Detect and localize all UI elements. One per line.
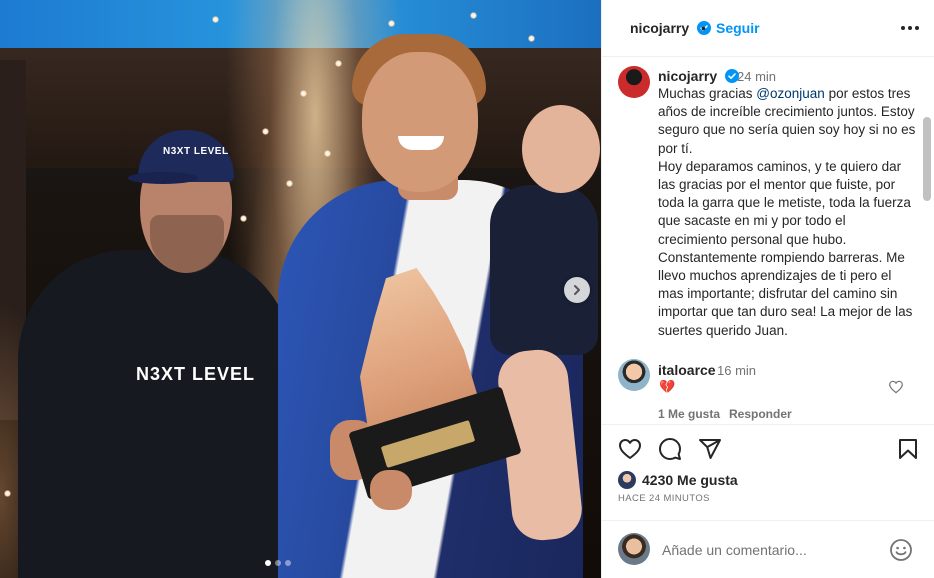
comment-icon[interactable] — [658, 437, 682, 461]
person-center-smile — [398, 136, 444, 150]
heart-outline-icon[interactable] — [888, 379, 904, 395]
spark — [286, 180, 293, 187]
avatar — [618, 471, 636, 489]
follow-button[interactable]: Seguir — [716, 20, 760, 36]
comment-likes[interactable]: 1 Me gusta — [658, 407, 720, 421]
likes-count[interactable]: 4230 Me gusta — [642, 472, 738, 488]
spark — [240, 215, 247, 222]
spark — [470, 12, 477, 19]
header-separator: • — [701, 20, 706, 36]
spark — [300, 90, 307, 97]
author-username-text: nicojarry — [630, 20, 690, 36]
comments-section[interactable]: nicojarry 24 min Muchas gracias @ozonjua… — [602, 57, 934, 425]
person-left-hoodie — [18, 250, 293, 578]
add-comment-bar — [602, 520, 934, 578]
emoji-icon[interactable] — [889, 538, 913, 562]
chevron-right-icon — [574, 285, 580, 295]
spark — [262, 128, 269, 135]
caption-text-start: Muchas gracias — [658, 86, 757, 101]
avatar[interactable] — [618, 66, 650, 98]
action-bar — [602, 437, 934, 463]
likes-summary[interactable]: 4230 Me gusta — [618, 471, 738, 489]
spark — [335, 60, 342, 67]
comment-input[interactable] — [662, 539, 872, 561]
hand — [370, 470, 412, 510]
post-timestamp: HACE 24 MINUTOS — [618, 493, 710, 504]
spark — [212, 16, 219, 23]
more-options-icon[interactable] — [901, 19, 921, 37]
comments-scrollbar[interactable] — [923, 117, 931, 201]
caption-text-rest: por estos tres años de increíble crecimi… — [658, 86, 916, 338]
caption-username-text: nicojarry — [658, 68, 718, 84]
avatar[interactable] — [618, 359, 650, 391]
person-left-cap-bill — [128, 172, 198, 184]
comment-username[interactable]: italoarce — [658, 362, 716, 378]
carousel-next-button[interactable] — [564, 277, 590, 303]
spark — [528, 35, 535, 42]
hoodie-logo-text: N3XT LEVEL — [136, 364, 256, 384]
post-side-panel: nicojarry • Seguir nicojarry 24 min Much… — [601, 0, 934, 578]
reply-button[interactable]: Responder — [729, 407, 792, 421]
avatar — [618, 533, 650, 565]
carousel-dot[interactable] — [285, 560, 291, 566]
share-icon[interactable] — [698, 437, 722, 461]
baby-body — [490, 185, 598, 355]
caption-username[interactable]: nicojarry — [658, 68, 740, 84]
comment-text: 💔 — [659, 379, 676, 394]
carousel-dot[interactable] — [275, 560, 281, 566]
cap-logo-text: N3XT LEVEL — [163, 146, 229, 157]
person-center-face — [362, 52, 478, 192]
author-username[interactable]: nicojarry — [630, 20, 712, 36]
spark — [324, 150, 331, 157]
spark — [4, 490, 11, 497]
spark — [388, 20, 395, 27]
baby-head — [522, 105, 600, 193]
bookmark-icon[interactable] — [896, 437, 920, 461]
post-photo[interactable]: N3XT LEVEL N3XT LEVEL — [0, 0, 601, 578]
post-header: nicojarry • Seguir — [602, 0, 934, 57]
comment-time: 16 min — [717, 363, 757, 378]
mention-link[interactable]: @ozonjuan — [756, 86, 825, 101]
carousel-indicator — [265, 560, 291, 566]
caption-text: Muchas gracias @ozonjuan por estos tres … — [658, 85, 918, 340]
heart-outline-icon[interactable] — [618, 437, 642, 461]
caption-time: 24 min — [737, 69, 777, 84]
carousel-dot[interactable] — [265, 560, 271, 566]
